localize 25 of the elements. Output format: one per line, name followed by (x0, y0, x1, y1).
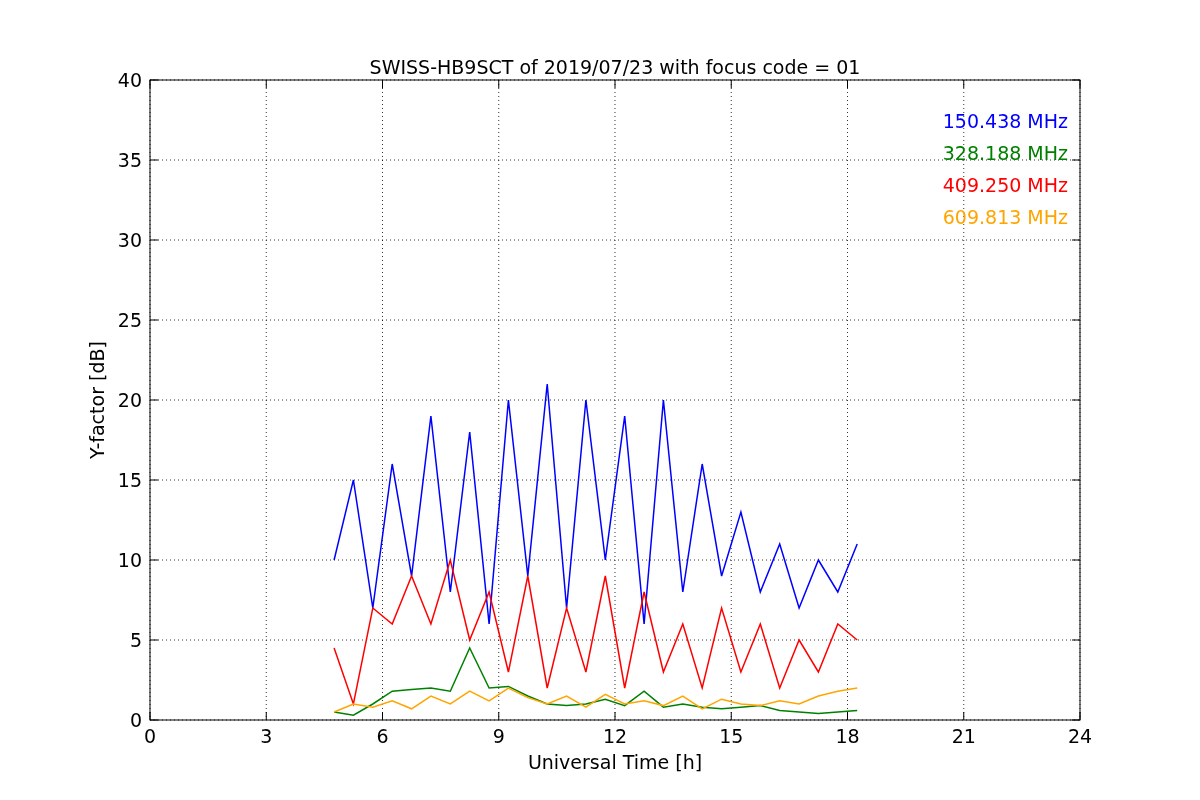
x-tick-label: 9 (492, 725, 505, 747)
x-tick-label: 15 (719, 725, 744, 747)
x-axis-label: Universal Time [h] (527, 751, 703, 773)
legend-label: 150.438 MHz (942, 110, 1068, 132)
x-tick-label: 21 (951, 725, 976, 747)
y-tick-label: 5 (129, 629, 142, 651)
chart-title: SWISS-HB9SCT of 2019/07/23 with focus code = 01 (369, 56, 861, 78)
y-tick-label: 30 (117, 229, 142, 251)
x-tick-label: 18 (835, 725, 860, 747)
x-tick-label: 0 (143, 725, 157, 747)
y-tick-label: 35 (117, 149, 142, 171)
x-tick-label: 6 (376, 725, 389, 747)
y-tick-label: 25 (117, 309, 142, 331)
x-tick-label: 3 (260, 725, 273, 747)
y-tick-label: 15 (117, 469, 142, 491)
legend-label: 609.813 MHz (942, 206, 1068, 228)
y-tick-label: 40 (117, 69, 142, 91)
y-tick-label: 20 (117, 389, 142, 411)
legend-label: 409.250 MHz (942, 174, 1068, 196)
legend-label: 328.188 MHz (942, 142, 1068, 164)
y-tick-label: 0 (129, 709, 142, 731)
y-tick-label: 10 (117, 549, 142, 571)
x-tick-label: 12 (602, 725, 628, 747)
x-tick-label: 24 (1067, 725, 1093, 747)
y-axis-label: Y-factor [dB] (86, 341, 108, 459)
